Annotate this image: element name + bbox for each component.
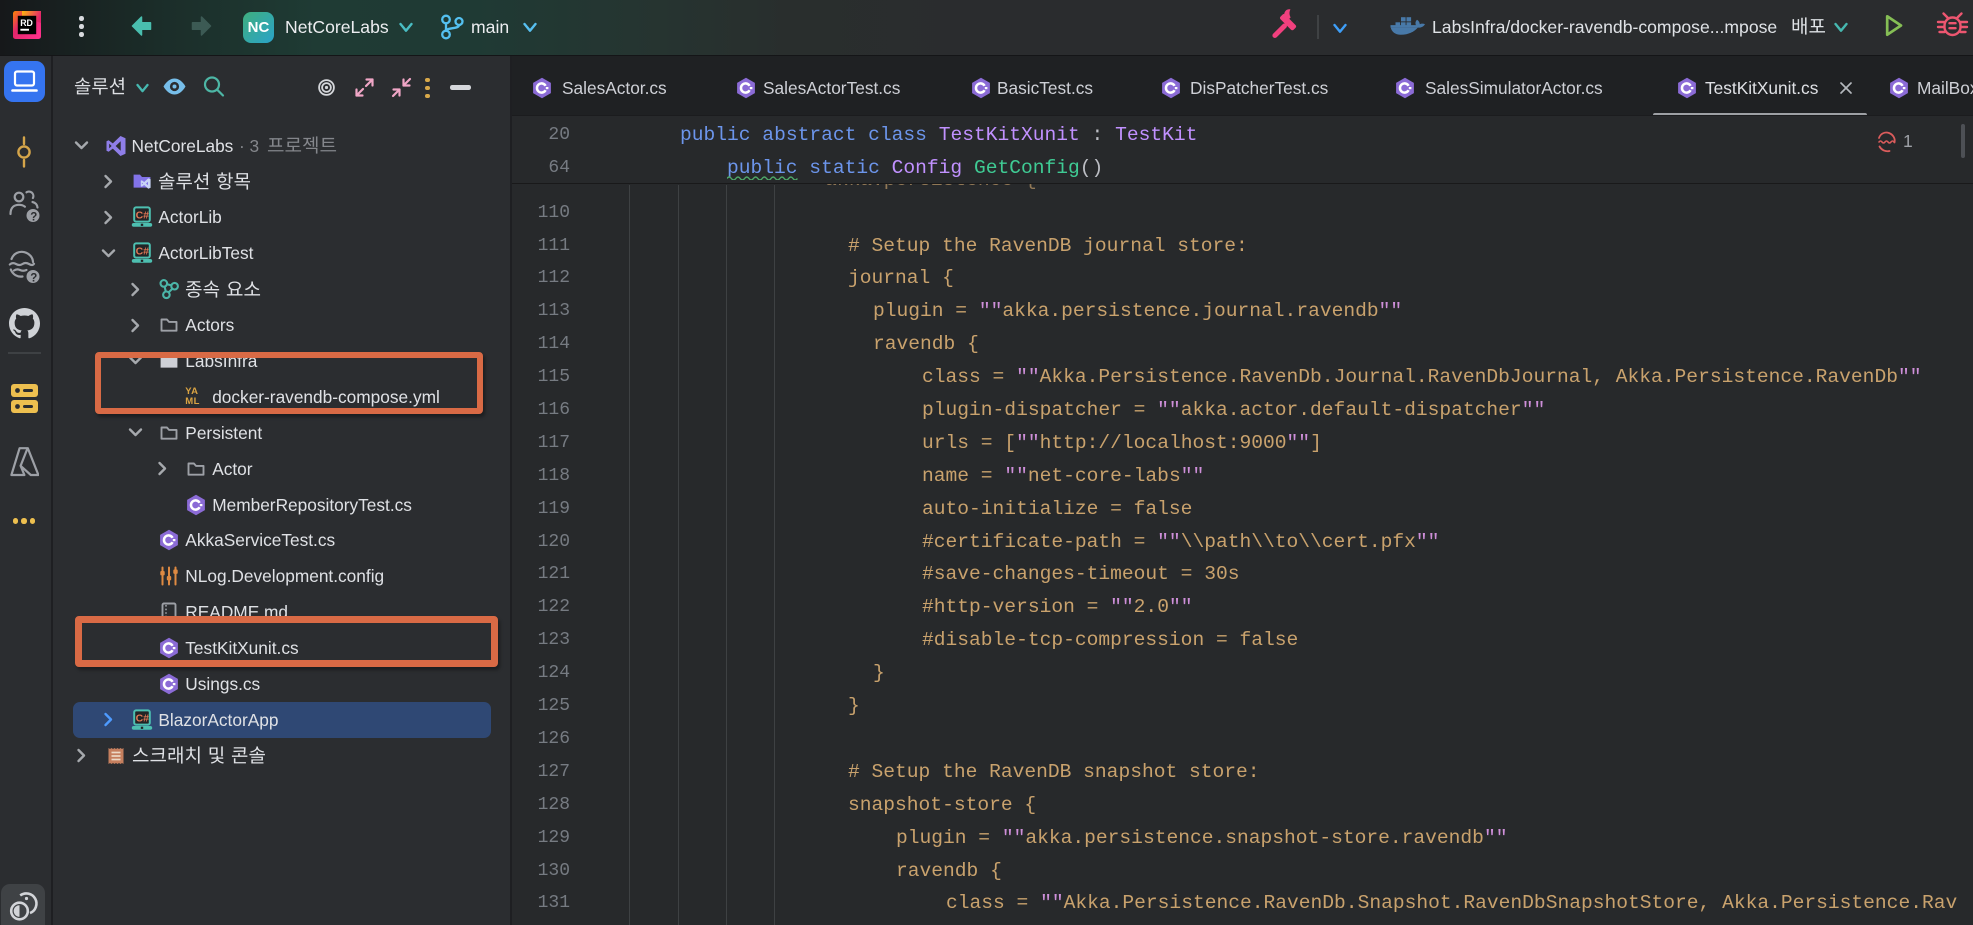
svg-text:?: ?: [30, 272, 37, 284]
svg-text:C#: C#: [136, 210, 150, 222]
svg-text:C#: C#: [136, 712, 150, 724]
svg-text:RD: RD: [20, 18, 33, 28]
svg-text:C#: C#: [136, 246, 150, 258]
svg-text:?: ?: [30, 211, 37, 223]
